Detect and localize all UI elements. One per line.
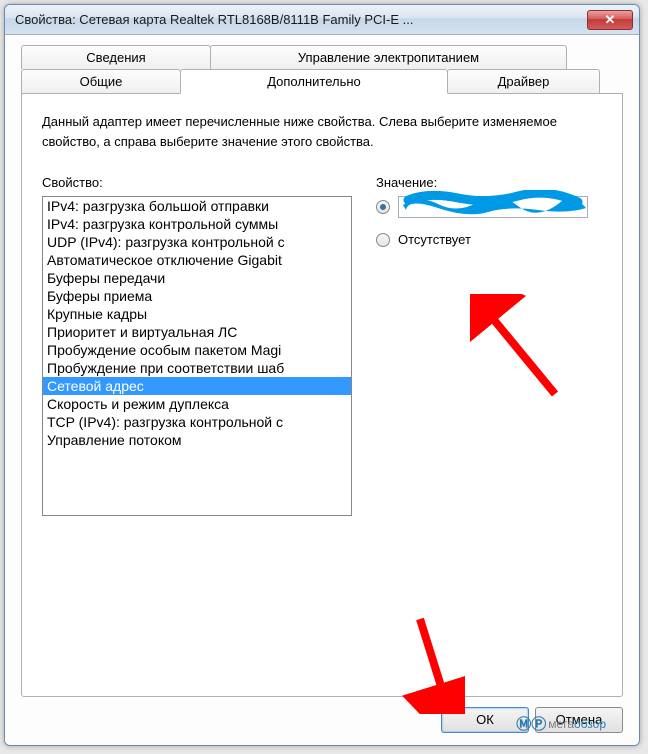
close-button[interactable]: ✕ [587, 10, 633, 30]
list-item[interactable]: Буферы приема [43, 287, 351, 305]
tab-general[interactable]: Общие [21, 69, 181, 93]
list-item[interactable]: IPv4: разгрузка контрольной суммы [43, 215, 351, 233]
close-icon: ✕ [605, 12, 616, 28]
value-present-radio[interactable] [376, 200, 390, 214]
list-item[interactable]: Приоритет и виртуальная ЛС [43, 323, 351, 341]
list-item[interactable]: Пробуждение при соответствии шаб [43, 359, 351, 377]
list-item[interactable]: Управление потоком [43, 431, 351, 449]
window-title: Свойства: Сетевая карта Realtek RTL8168B… [15, 12, 587, 27]
list-item[interactable]: TCP (IPv4): разгрузка контрольной с [43, 413, 351, 431]
titlebar[interactable]: Свойства: Сетевая карта Realtek RTL8168B… [5, 5, 639, 35]
property-listbox[interactable]: IPv4: разгрузка большой отправкиIPv4: ра… [42, 196, 352, 516]
list-item[interactable]: Крупные кадры [43, 305, 351, 323]
list-item[interactable]: Автоматическое отключение Gigabit [43, 251, 351, 269]
list-item[interactable]: Сетевой адрес [43, 377, 351, 395]
list-item[interactable]: Буферы передачи [43, 269, 351, 287]
value-label: Значение: [376, 175, 602, 190]
value-input[interactable] [398, 196, 588, 218]
tab-details[interactable]: Сведения [21, 45, 211, 69]
panel-description: Данный адаптер имеет перечисленные ниже … [42, 112, 602, 151]
list-item[interactable]: IPv4: разгрузка большой отправки [43, 197, 351, 215]
dialog-content: Сведения Управление электропитанием Общи… [5, 35, 639, 745]
properties-dialog: Свойства: Сетевая карта Realtek RTL8168B… [4, 4, 640, 746]
list-item[interactable]: Скорость и режим дуплекса [43, 395, 351, 413]
tab-strip: Сведения Управление электропитанием Общи… [21, 45, 623, 93]
cancel-button[interactable]: Отмена [535, 707, 623, 733]
tab-driver[interactable]: Драйвер [447, 69, 600, 93]
absent-label: Отсутствует [398, 232, 471, 247]
tab-power-management[interactable]: Управление электропитанием [210, 45, 567, 69]
advanced-panel: Данный адаптер имеет перечисленные ниже … [21, 93, 623, 697]
property-label: Свойство: [42, 175, 352, 190]
dialog-buttons: ОК Отмена [21, 697, 623, 733]
tab-advanced[interactable]: Дополнительно [180, 69, 448, 94]
list-item[interactable]: UDP (IPv4): разгрузка контрольной с [43, 233, 351, 251]
value-absent-radio[interactable] [376, 233, 390, 247]
list-item[interactable]: Пробуждение особым пакетом Magi [43, 341, 351, 359]
ok-button[interactable]: ОК [441, 707, 529, 733]
